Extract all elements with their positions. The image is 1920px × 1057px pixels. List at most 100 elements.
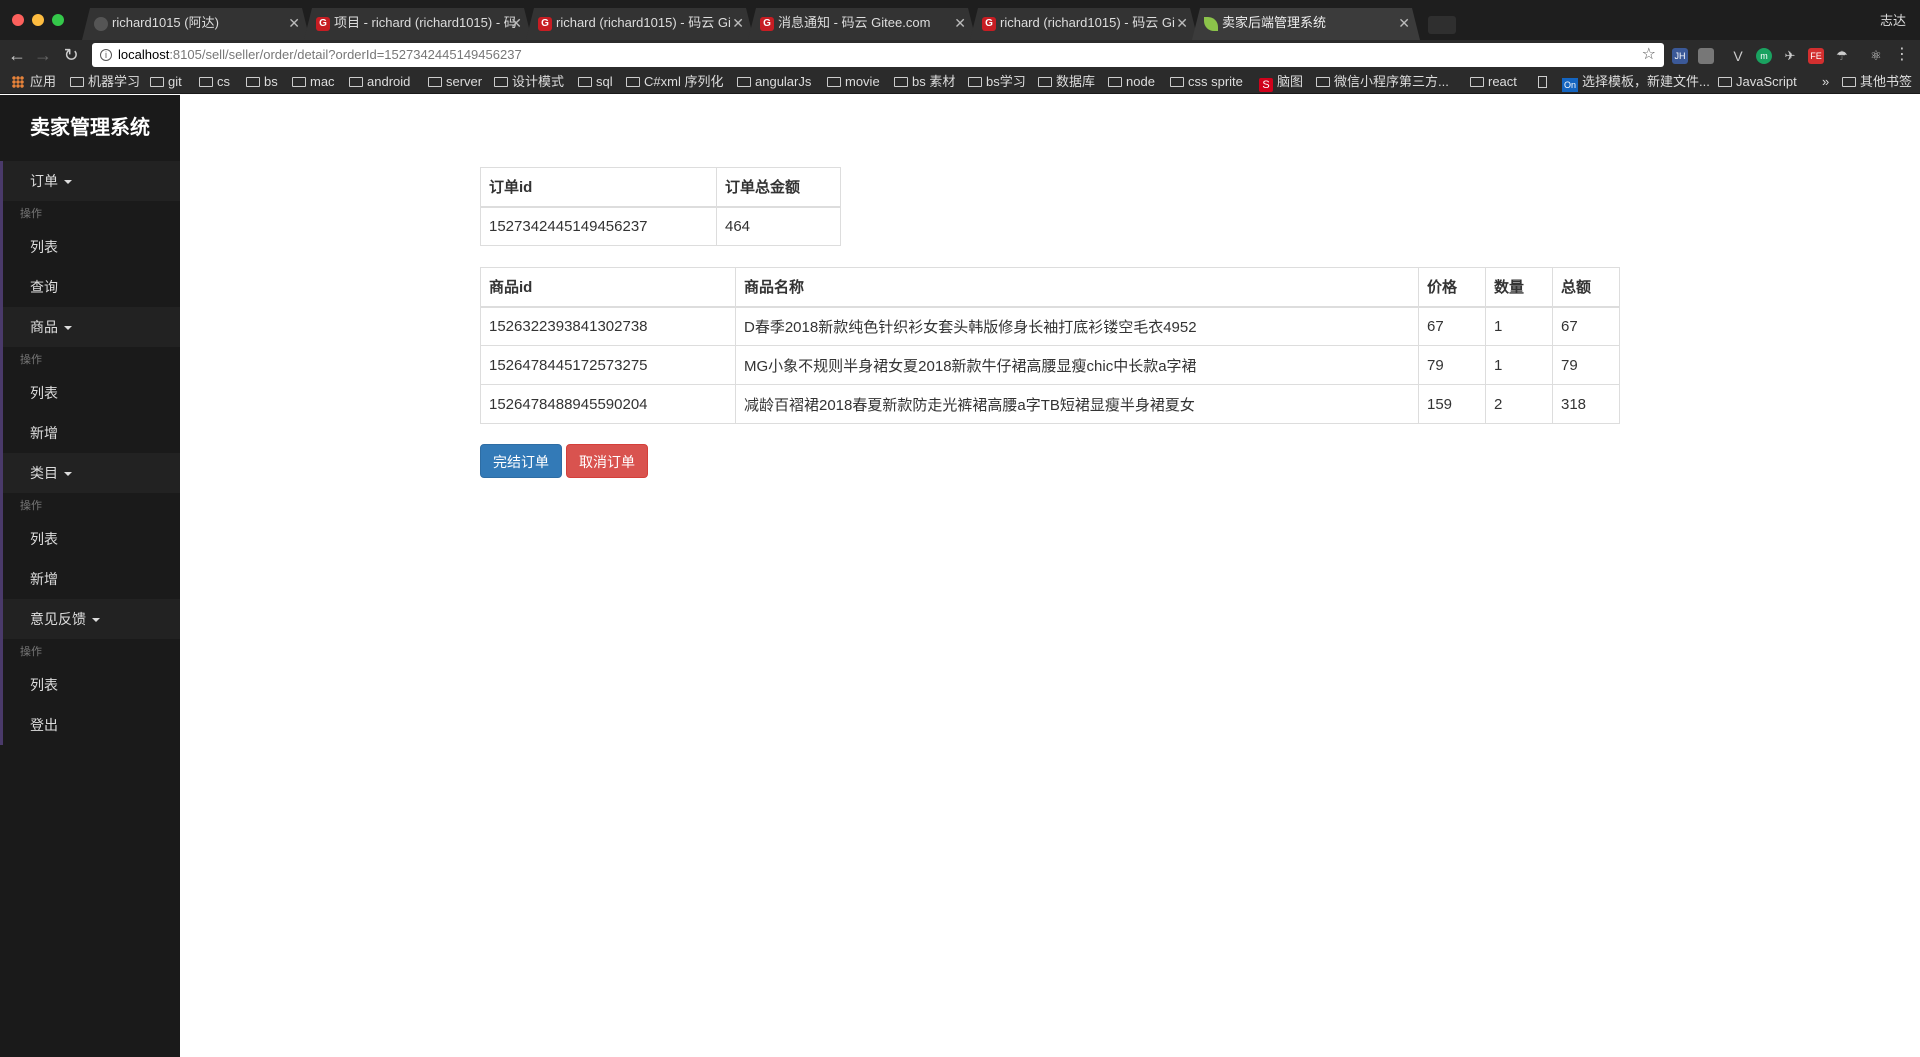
extension-react-icon[interactable]: ⚛	[1868, 48, 1884, 64]
product-id-cell: 1526478488945590204	[480, 384, 736, 424]
extension-fe-icon[interactable]: FE	[1808, 48, 1824, 64]
bookmark-folder[interactable]: movie	[827, 70, 880, 94]
nav-item-product-add[interactable]: 新增	[0, 413, 180, 453]
bookmark-apps[interactable]: 应用	[12, 70, 56, 94]
bookmark-star-icon[interactable]: ☆	[1642, 43, 1656, 67]
bookmark-label: JavaScript	[1736, 74, 1797, 89]
extension-bird-icon[interactable]: ✈	[1782, 48, 1798, 64]
bookmark-folder[interactable]: node	[1108, 70, 1155, 94]
folder-icon	[246, 77, 260, 87]
brand-title[interactable]: 卖家管理系统	[0, 95, 180, 161]
extension-doc-icon[interactable]	[1698, 48, 1714, 64]
bookmark-folder[interactable]: sql	[578, 70, 613, 94]
folder-icon	[1038, 77, 1052, 87]
bookmark-folder[interactable]: git	[150, 70, 182, 94]
product-id-cell: 1526478445172573275	[480, 345, 736, 385]
extension-v-icon[interactable]: V	[1730, 48, 1746, 64]
bookmark-folder[interactable]: 数据库	[1038, 70, 1095, 94]
extension-jh-icon[interactable]: JH	[1672, 48, 1688, 64]
browser-tab[interactable]: Grichard (richard1015) - 码云 Gi ✕	[970, 8, 1198, 40]
nav-item-order-query[interactable]: 查询	[0, 267, 180, 307]
bookmark-folder[interactable]: css sprite	[1170, 70, 1243, 94]
bookmark-page[interactable]	[1538, 70, 1547, 94]
sidebar: 卖家管理系统 订单 操作 列表 查询 商品 操作 列表 新增 类目 操作 列表 …	[0, 95, 180, 1057]
back-arrow-icon[interactable]: ←	[6, 44, 28, 66]
nav-item-feedback-list[interactable]: 列表	[0, 665, 180, 705]
forward-arrow-icon[interactable]: →	[32, 44, 54, 66]
nav-item-category-add[interactable]: 新增	[0, 559, 180, 599]
tab-title: richard (richard1015) - 码云 Gi	[1000, 15, 1175, 30]
folder-icon	[578, 77, 592, 87]
browser-tab[interactable]: G 项目 - richard (richard1015) - 码 ✕	[304, 8, 532, 40]
nav-section-feedback[interactable]: 意见反馈	[0, 599, 180, 639]
bookmark-folder[interactable]: 微信小程序第三方...	[1316, 70, 1449, 94]
bookmark-label: react	[1488, 74, 1517, 89]
bookmark-label: git	[168, 74, 182, 89]
caret-down-icon	[64, 326, 72, 330]
bookmark-folder[interactable]: bs	[246, 70, 278, 94]
browser-tab[interactable]: richard1015 (阿达) ✕	[82, 8, 310, 40]
page-icon	[1538, 76, 1547, 88]
bookmark-folder[interactable]: 机器学习	[70, 70, 140, 94]
close-window-button[interactable]	[12, 14, 24, 26]
table-header-row: 订单id 订单总金额	[480, 167, 841, 208]
bookmark-folder[interactable]: react	[1470, 70, 1517, 94]
bookmark-label: 设计模式	[512, 74, 565, 89]
browser-tab-active[interactable]: 卖家后端管理系统 ✕	[1192, 8, 1420, 40]
folder-icon	[1718, 77, 1732, 87]
bookmark-folder[interactable]: C#xml 序列化	[626, 70, 723, 94]
nav-section-category[interactable]: 类目	[0, 453, 180, 493]
bookmark-folder[interactable]: JavaScript	[1718, 70, 1797, 94]
quantity-cell: 1	[1485, 306, 1553, 346]
table-row: 1527342445149456237 464	[480, 206, 841, 246]
nav-item-category-list[interactable]: 列表	[0, 519, 180, 559]
nav-item-order-list[interactable]: 列表	[0, 227, 180, 267]
bookmark-folder[interactable]: server	[428, 70, 482, 94]
bookmark-folder[interactable]: cs	[199, 70, 230, 94]
bookmark-folder[interactable]: bs学习	[968, 70, 1026, 94]
bookmark-folder[interactable]: 其他书签	[1842, 70, 1912, 94]
maximize-window-button[interactable]	[52, 14, 64, 26]
browser-tab[interactable]: Grichard (richard1015) - 码云 Gi ✕	[526, 8, 754, 40]
bookmark-label: 选择模板，新建文件...	[1582, 74, 1710, 89]
product-name-cell: D春季2018新款纯色针织衫女套头韩版修身长袖打底衫镂空毛衣4952	[735, 306, 1419, 346]
extension-umbrella-icon[interactable]: ☂	[1834, 48, 1850, 64]
bookmark-folder[interactable]: 设计模式	[494, 70, 564, 94]
nav-section-product[interactable]: 商品	[0, 307, 180, 347]
bookmark-folder[interactable]: android	[349, 70, 410, 94]
close-icon[interactable]: ✕	[510, 8, 522, 38]
nav-section-order[interactable]: 订单	[0, 161, 180, 201]
close-icon[interactable]: ✕	[288, 8, 300, 38]
table-row: 1526478488945590204 减龄百褶裙2018春夏新款防走光裤裙高腰…	[480, 384, 1620, 424]
bookmark-folder[interactable]: bs 素材	[894, 70, 955, 94]
close-icon[interactable]: ✕	[1398, 8, 1410, 38]
order-items-table: 商品id 商品名称 价格 数量 总额 1526322393841302738 D…	[480, 267, 1620, 424]
bookmark-label: angularJs	[755, 74, 812, 89]
minimize-window-button[interactable]	[32, 14, 44, 26]
profile-name[interactable]: 志达	[1880, 10, 1906, 29]
browser-tab-strip: richard1015 (阿达) ✕ G 项目 - richard (richard…	[0, 0, 1920, 40]
product-name-cell: 减龄百褶裙2018春夏新款防走光裤裙高腰a字TB短裙显瘦半身裙夏女	[735, 384, 1419, 424]
price-cell: 67	[1418, 306, 1486, 346]
folder-icon	[1170, 77, 1184, 87]
bookmark-link[interactable]: On 选择模板，新建文件...	[1562, 70, 1710, 94]
bookmark-link[interactable]: S 脑图	[1259, 70, 1303, 94]
address-bar[interactable]: i localhost:8105/sell/seller/order/detai…	[92, 43, 1664, 67]
extension-m-icon[interactable]: m	[1756, 48, 1772, 64]
new-tab-button[interactable]	[1428, 16, 1456, 34]
cancel-order-button[interactable]: 取消订单	[566, 444, 648, 478]
column-header: 数量	[1485, 267, 1553, 308]
menu-icon[interactable]: ⋮	[1894, 47, 1910, 64]
bookmarks-overflow-button[interactable]: »	[1822, 70, 1829, 94]
bookmark-folder[interactable]: mac	[292, 70, 335, 94]
close-icon[interactable]: ✕	[1176, 8, 1188, 38]
info-icon[interactable]: i	[100, 49, 112, 61]
bookmark-folder[interactable]: angularJs	[737, 70, 811, 94]
close-icon[interactable]: ✕	[732, 8, 744, 38]
finish-order-button[interactable]: 完结订单	[480, 444, 562, 478]
reload-icon[interactable]: ↻	[60, 44, 82, 66]
nav-item-logout[interactable]: 登出	[0, 705, 180, 745]
nav-item-product-list[interactable]: 列表	[0, 373, 180, 413]
browser-tab[interactable]: G 消息通知 - 码云 Gitee.com ✕	[748, 8, 976, 40]
close-icon[interactable]: ✕	[954, 8, 966, 38]
